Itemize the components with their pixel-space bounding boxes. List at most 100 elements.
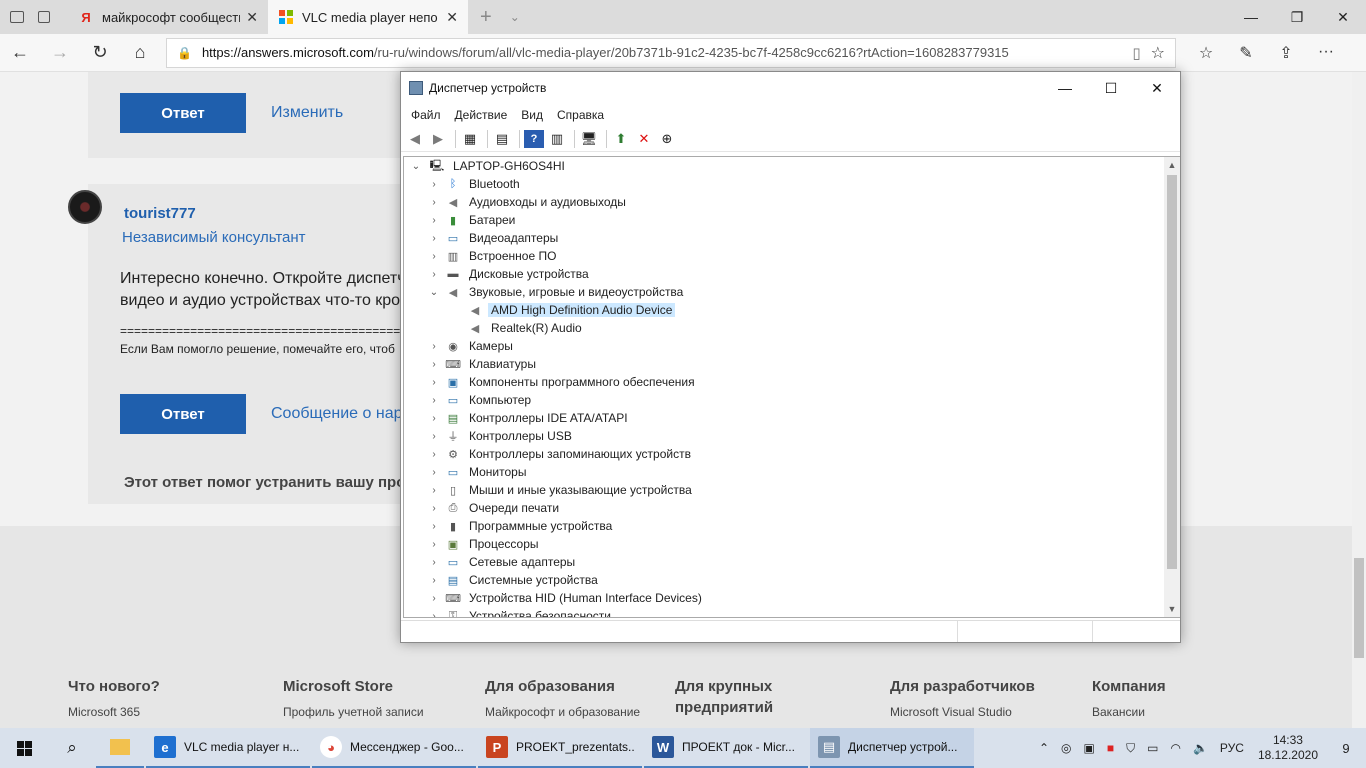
collapse-icon[interactable]: ⌄ bbox=[410, 161, 422, 172]
more-icon[interactable]: ··· bbox=[1306, 43, 1346, 63]
scrollbar-thumb[interactable] bbox=[1354, 558, 1364, 658]
taskbar-app[interactable]: W ПРОЕКТ док - Micr... bbox=[644, 728, 808, 768]
expand-icon[interactable]: › bbox=[428, 215, 440, 226]
tree-category[interactable]: › ▭ Мониторы bbox=[404, 463, 1164, 481]
tree-category[interactable]: › ▣ Процессоры bbox=[404, 535, 1164, 553]
close-icon[interactable]: ✕ bbox=[246, 9, 258, 26]
tree-root[interactable]: ⌄ 🖳 LAPTOP-GH6OS4HI bbox=[404, 157, 1164, 175]
maximize-button[interactable]: ☐ bbox=[1088, 80, 1134, 97]
expand-icon[interactable]: › bbox=[428, 233, 440, 244]
favorite-star-icon[interactable]: ☆ bbox=[1151, 43, 1165, 63]
avatar[interactable] bbox=[68, 190, 102, 224]
scroll-up-arrow[interactable]: ▲ bbox=[1164, 157, 1180, 173]
clock[interactable]: 14:33 18.12.2020 bbox=[1258, 733, 1318, 763]
tree-category[interactable]: › ⏚ Контроллеры USB bbox=[404, 427, 1164, 445]
reply-button[interactable]: Ответ bbox=[120, 394, 246, 434]
expand-icon[interactable]: › bbox=[428, 575, 440, 586]
tab-community[interactable]: Я майкрософт сообщество – ✕ bbox=[68, 0, 268, 34]
refresh-button[interactable]: ↻ bbox=[80, 42, 120, 63]
footer-link[interactable]: Профиль учетной записи bbox=[283, 705, 424, 719]
properties-icon[interactable]: ▤ bbox=[492, 130, 512, 148]
battery-icon[interactable]: ▭ bbox=[1147, 741, 1158, 755]
collapse-icon[interactable]: ⌄ bbox=[428, 287, 440, 298]
menu-help[interactable]: Справка bbox=[557, 108, 604, 122]
expand-icon[interactable]: › bbox=[428, 557, 440, 568]
back-button[interactable]: ← bbox=[0, 42, 40, 63]
tree-category[interactable]: › ▥ Встроенное ПО bbox=[404, 247, 1164, 265]
expand-icon[interactable]: › bbox=[428, 611, 440, 618]
menu-action[interactable]: Действие bbox=[455, 108, 508, 122]
search-icon[interactable]: ⌕ bbox=[48, 738, 96, 758]
tray-app-icon[interactable]: ▣ bbox=[1084, 741, 1095, 755]
tree-category[interactable]: › ◀ Аудиовходы и аудиовыходы bbox=[404, 193, 1164, 211]
footer-link[interactable]: Microsoft 365 bbox=[68, 705, 160, 719]
user-name[interactable]: tourist777 bbox=[124, 205, 196, 222]
tree-category[interactable]: › ⎙ Очереди печати bbox=[404, 499, 1164, 517]
volume-icon[interactable]: 🔈 bbox=[1193, 741, 1208, 755]
expand-icon[interactable]: › bbox=[428, 251, 440, 262]
show-hide-console-icon[interactable]: ▦ bbox=[460, 130, 480, 148]
tree-category[interactable]: › ▭ Видеоадаптеры bbox=[404, 229, 1164, 247]
expand-icon[interactable]: › bbox=[428, 521, 440, 532]
reply-button[interactable]: Ответ bbox=[120, 93, 246, 133]
tree-scrollbar[interactable]: ▲ ▼ bbox=[1164, 156, 1180, 618]
tree-category[interactable]: ⌄ ◀ Звуковые, игровые и видеоустройства bbox=[404, 283, 1164, 301]
update-driver-icon[interactable]: ⬆ bbox=[611, 130, 631, 148]
expand-icon[interactable]: › bbox=[428, 179, 440, 190]
close-button[interactable]: ✕ bbox=[1320, 0, 1366, 34]
tree-category[interactable]: › ▤ Контроллеры IDE ATA/ATAPI bbox=[404, 409, 1164, 427]
menu-file[interactable]: Файл bbox=[411, 108, 441, 122]
chevron-up-icon[interactable]: ⌃ bbox=[1039, 741, 1049, 755]
window-titlebar[interactable]: Диспетчер устройств — ☐ ✕ bbox=[401, 72, 1180, 104]
reading-view-icon[interactable]: ▯ bbox=[1132, 44, 1140, 62]
expand-icon[interactable]: › bbox=[428, 485, 440, 496]
expand-icon[interactable]: › bbox=[428, 467, 440, 478]
url-input[interactable]: 🔒 https://answers.microsoft.com/ru-ru/wi… bbox=[166, 37, 1176, 68]
expand-icon[interactable]: › bbox=[428, 269, 440, 280]
tree-category[interactable]: › ⚿ Устройства безопасности bbox=[404, 607, 1164, 618]
expand-icon[interactable]: › bbox=[428, 341, 440, 352]
expand-icon[interactable]: › bbox=[428, 539, 440, 550]
footer-link[interactable]: Вакансии bbox=[1092, 705, 1166, 719]
wifi-icon[interactable]: ◠ bbox=[1170, 741, 1180, 755]
scrollbar-thumb[interactable] bbox=[1167, 175, 1177, 569]
report-link[interactable]: Сообщение о нар bbox=[271, 405, 403, 423]
restore-button[interactable]: ❐ bbox=[1274, 0, 1320, 34]
set-aside-icon[interactable] bbox=[38, 11, 50, 23]
tree-category[interactable]: › ▣ Компоненты программного обеспечения bbox=[404, 373, 1164, 391]
share-icon[interactable]: ⇪ bbox=[1266, 43, 1306, 63]
tree-category[interactable]: › ⌨ Устройства HID (Human Interface Device… bbox=[404, 589, 1164, 607]
tabs-aside-icon[interactable] bbox=[10, 11, 24, 23]
scroll-down-arrow[interactable]: ▼ bbox=[1164, 601, 1180, 617]
taskbar-app[interactable]: e VLC media player н... bbox=[146, 728, 310, 768]
antivirus-icon[interactable]: ■ bbox=[1107, 741, 1114, 755]
taskbar-app[interactable]: ◕ Мессенджер - Goo... bbox=[312, 728, 476, 768]
close-button[interactable]: ✕ bbox=[1134, 80, 1180, 97]
expand-icon[interactable]: › bbox=[428, 503, 440, 514]
close-icon[interactable]: ✕ bbox=[446, 9, 458, 26]
tree-category[interactable]: › ▭ Сетевые адаптеры bbox=[404, 553, 1164, 571]
lock-icon[interactable]: 🔒 bbox=[177, 46, 192, 60]
shield-icon[interactable]: ⛉ bbox=[1126, 741, 1135, 756]
edit-link[interactable]: Изменить bbox=[271, 104, 343, 122]
pen-icon[interactable]: ✎ bbox=[1226, 43, 1266, 63]
tab-vlc[interactable]: VLC media player непо ✕ bbox=[268, 0, 468, 34]
expand-icon[interactable]: › bbox=[428, 359, 440, 370]
notification-center[interactable]: 9 bbox=[1332, 741, 1360, 756]
taskbar-app[interactable]: P PROEKT_prezentats... bbox=[478, 728, 642, 768]
tree-category[interactable]: › ▮ Батареи bbox=[404, 211, 1164, 229]
tree-category[interactable]: › ⚙ Контроллеры запоминающих устройств bbox=[404, 445, 1164, 463]
help-icon[interactable]: ? bbox=[524, 129, 544, 148]
uninstall-icon[interactable]: ✕ bbox=[634, 130, 654, 148]
taskbar-file-explorer[interactable] bbox=[96, 728, 144, 768]
tree-category[interactable]: › ◉ Камеры bbox=[404, 337, 1164, 355]
tree-category[interactable]: › ▤ Системные устройства bbox=[404, 571, 1164, 589]
page-scrollbar[interactable] bbox=[1352, 72, 1366, 728]
tree-category[interactable]: › ᛒ Bluetooth bbox=[404, 175, 1164, 193]
home-button[interactable]: ⌂ bbox=[120, 42, 160, 63]
expand-icon[interactable]: › bbox=[428, 395, 440, 406]
menu-view[interactable]: Вид bbox=[521, 108, 543, 122]
download-icon[interactable]: ⊕ bbox=[657, 130, 677, 148]
start-button[interactable] bbox=[0, 728, 48, 768]
expand-icon[interactable]: › bbox=[428, 431, 440, 442]
